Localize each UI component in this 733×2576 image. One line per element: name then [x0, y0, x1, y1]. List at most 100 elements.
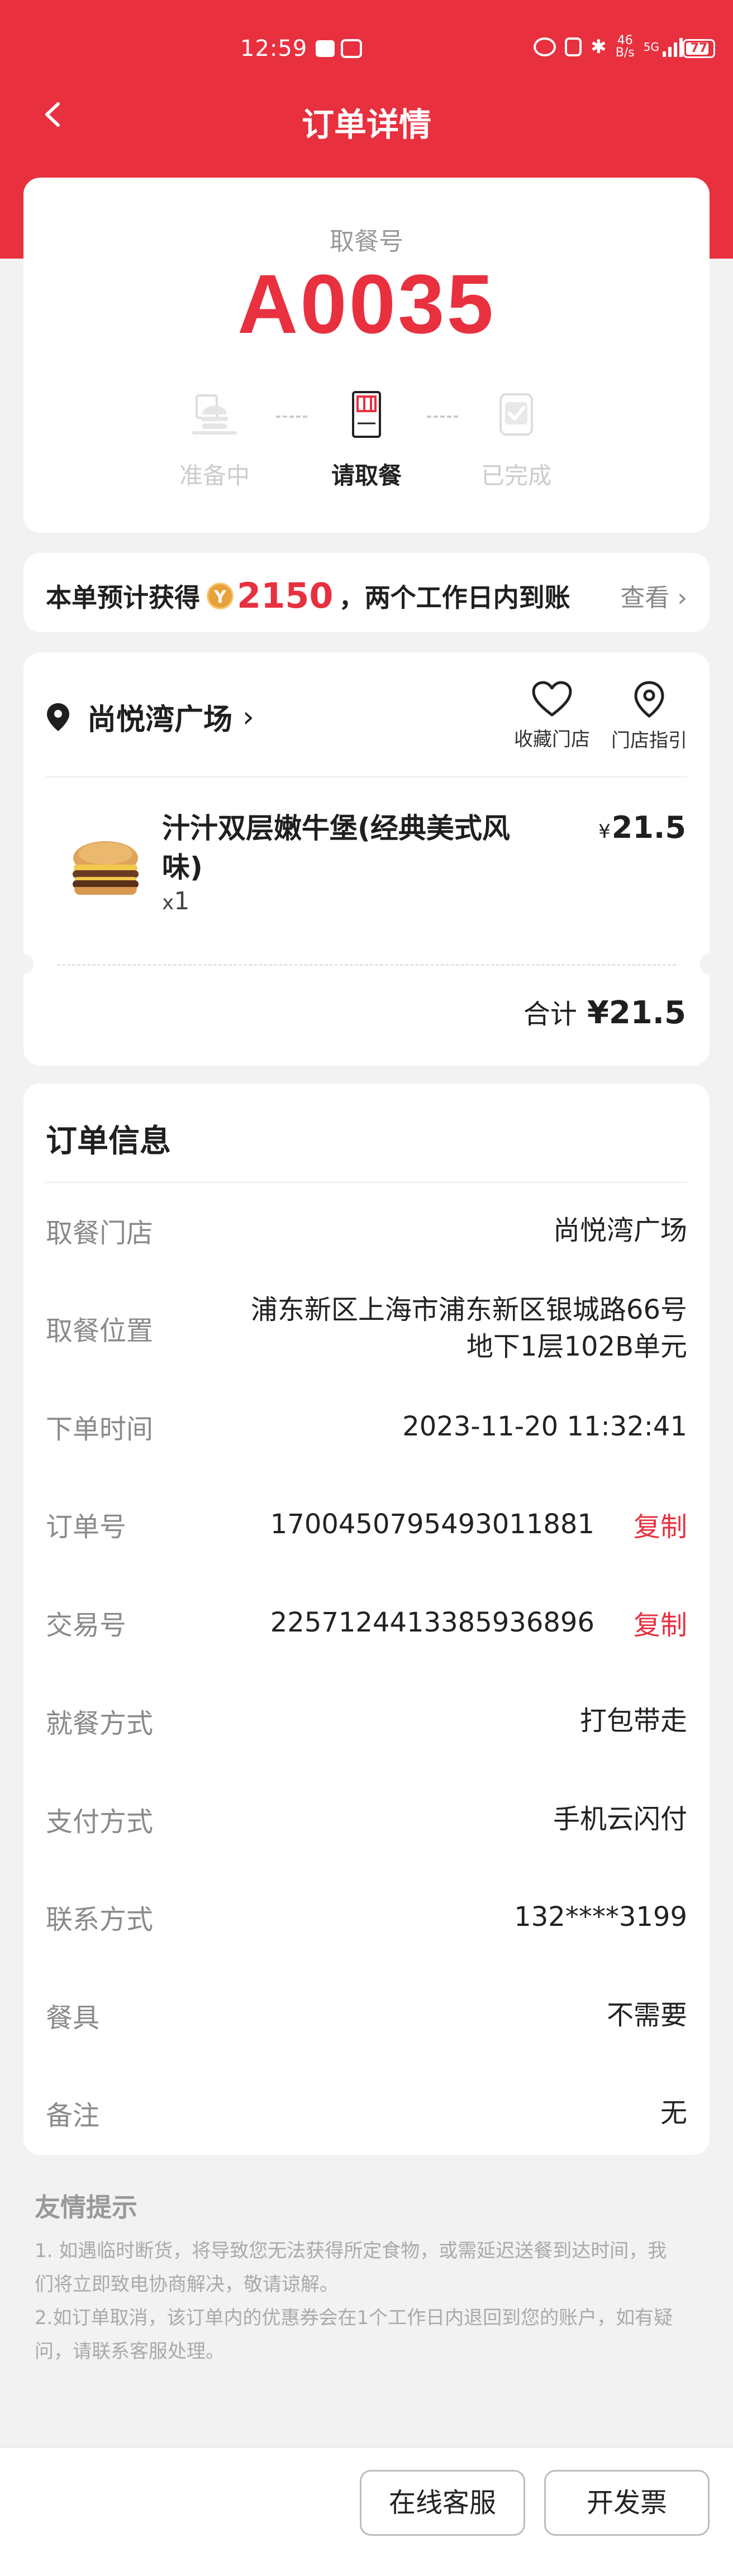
info-row-dining-method: 就餐方式 打包带走	[46, 1701, 687, 1740]
step-completed: 已完成	[460, 390, 572, 491]
points-view-link[interactable]: 查看 ›	[620, 578, 687, 613]
divider	[46, 776, 687, 777]
store-card: 尚悦湾广场 › 收藏门店 门店指引 汁汁双层嫩牛堡(经典美式风味) x1 ¥21…	[13, 652, 720, 1066]
map-pin-icon	[634, 681, 664, 718]
info-row-payment-method: 支付方式 手机云闪付	[46, 1800, 687, 1839]
item-quantity: x1	[162, 887, 189, 915]
tips-line: 1. 如遇临时断货，将导致您无法获得所定食物，或需延迟送餐到达时间，我	[35, 2240, 667, 2262]
burger-tray-icon	[192, 394, 237, 435]
status-icons: ✱ 46 B/s 5G	[534, 35, 683, 59]
price-value: 21.5	[611, 810, 686, 845]
store-guide-button[interactable]: 门店指引	[611, 680, 687, 752]
step-connector	[427, 416, 458, 418]
info-key: 备注	[46, 2100, 100, 2131]
total-value: ¥21.5	[587, 995, 686, 1031]
location-line-2: 地下1层102B单元	[466, 1331, 687, 1362]
tips-line: 2.如订单取消，该订单内的优惠券会在1个工作日内退回到您的账户，如有疑	[35, 2307, 673, 2329]
store-guide-label: 门店指引	[611, 729, 687, 752]
info-value: 不需要	[606, 2000, 687, 2031]
item-name: 汁汁双层嫩牛堡(经典美式风味)	[162, 812, 510, 884]
info-value: 手机云闪付	[553, 1804, 687, 1835]
item-price: ¥21.5	[598, 810, 686, 845]
burger-image	[73, 841, 139, 895]
page-title: 订单详情	[301, 106, 431, 144]
signal-type: 5G	[643, 40, 659, 54]
info-key: 联系方式	[46, 1904, 154, 1935]
friendly-tips: 友情提示 1. 如遇临时断货，将导致您无法获得所定食物，或需延迟送餐到达时间，我…	[35, 2187, 694, 2368]
pickup-number-label: 取餐号	[330, 227, 403, 256]
completed-bag-icon	[499, 393, 533, 436]
info-row-remarks: 备注 无	[46, 2093, 687, 2133]
battery-icon: 77	[683, 39, 715, 58]
ticket-notch-right	[699, 954, 720, 974]
eye-icon	[534, 37, 556, 56]
kfc-bag-icon	[352, 391, 381, 438]
location-pin-icon	[47, 703, 69, 731]
pickup-card: 取餐号 A0035 准备中 请取餐 已完成	[23, 178, 710, 533]
invoice-button[interactable]: 开发票	[544, 2470, 710, 2536]
qty-prefix: x	[162, 891, 174, 914]
step-label: 请取餐	[331, 462, 402, 489]
store-name-link[interactable]: 尚悦湾广场 ›	[46, 696, 254, 738]
divider	[46, 1182, 687, 1183]
points-suffix: ，两个工作日内到账	[339, 582, 570, 613]
info-key: 下单时间	[46, 1414, 154, 1445]
order-info-title: 订单信息	[46, 1123, 171, 1160]
order-total: 合计 ¥21.5	[523, 992, 686, 1031]
info-value: 尚悦湾广场	[553, 1215, 687, 1246]
info-row-utensils: 餐具 不需要	[46, 1996, 687, 2035]
notification-app-icon	[316, 40, 335, 57]
info-value: 2023-11-20 11:32:41	[402, 1411, 687, 1442]
step-label: 已完成	[480, 462, 551, 489]
points-value: 2150	[237, 575, 334, 616]
info-key: 交易号	[46, 1610, 127, 1641]
online-service-button[interactable]: 在线客服	[360, 2470, 525, 2536]
info-key: 就餐方式	[46, 1708, 154, 1739]
step-preparing: 准备中	[159, 390, 270, 491]
notification-app-icon-2	[341, 39, 362, 58]
favorite-store-button[interactable]: 收藏门店	[514, 680, 590, 752]
currency-symbol: ¥	[598, 820, 611, 843]
order-progress: 准备中 请取餐 已完成	[23, 390, 710, 502]
order-info-card: 订单信息 取餐门店 尚悦湾广场 取餐位置 浦东新区上海市浦东新区银城路66号 地…	[23, 1084, 710, 2155]
info-value: 1700450795493011881	[270, 1509, 594, 1540]
tips-line: 们将立即致电协商解决，敬请谅解。	[35, 2273, 339, 2296]
info-key: 支付方式	[46, 1806, 154, 1838]
store-name: 尚悦湾广场	[87, 703, 233, 737]
info-key: 取餐位置	[46, 1315, 154, 1347]
info-row-order-number: 订单号 1700450795493011881 复制	[46, 1505, 687, 1544]
pickup-number: A0035	[237, 257, 496, 351]
info-value: 浦东新区上海市浦东新区银城路66号 地下1层102B单元	[241, 1291, 687, 1365]
tips-title: 友情提示	[35, 2192, 137, 2222]
copy-transaction-number-button[interactable]: 复制	[634, 1603, 687, 1642]
favorite-store-label: 收藏门店	[514, 728, 590, 751]
ticket-notch-left	[13, 954, 34, 974]
qty-value: 1	[174, 887, 190, 915]
info-row-store: 取餐门店 尚悦湾广场	[46, 1211, 687, 1250]
vibrate-icon	[565, 37, 582, 56]
net-speed-unit: B/s	[615, 46, 635, 60]
chevron-right-icon: ›	[677, 584, 687, 612]
info-key: 餐具	[46, 2002, 100, 2034]
net-speed-value: 46	[617, 34, 633, 47]
chevron-right-icon: ›	[242, 700, 254, 734]
points-card[interactable]: 本单预计获得 Y 2150 ，两个工作日内到账 查看 ›	[23, 553, 710, 632]
info-value: 132****3199	[514, 1901, 687, 1933]
store-actions: 收藏门店 门店指引	[514, 680, 687, 752]
location-line-1: 浦东新区上海市浦东新区银城路66号	[250, 1294, 687, 1325]
battery-level: 77	[690, 41, 708, 55]
info-key: 订单号	[46, 1511, 127, 1543]
info-value: 2257124413385936896	[270, 1607, 594, 1638]
heart-icon	[532, 681, 572, 717]
status-time: 12:59	[240, 36, 308, 61]
bottom-action-bar: 在线客服 开发票	[0, 2446, 733, 2576]
step-connector	[276, 416, 307, 418]
bluetooth-icon: ✱	[591, 36, 607, 58]
points-prefix: 本单预计获得	[46, 582, 200, 613]
signal-bars-icon	[663, 37, 683, 57]
view-label: 查看	[620, 584, 670, 612]
info-key: 取餐门店	[46, 1218, 154, 1249]
copy-order-number-button[interactable]: 复制	[634, 1505, 687, 1544]
info-value: 无	[660, 2097, 687, 2129]
tips-line: 问，请联系客服处理。	[35, 2340, 225, 2363]
